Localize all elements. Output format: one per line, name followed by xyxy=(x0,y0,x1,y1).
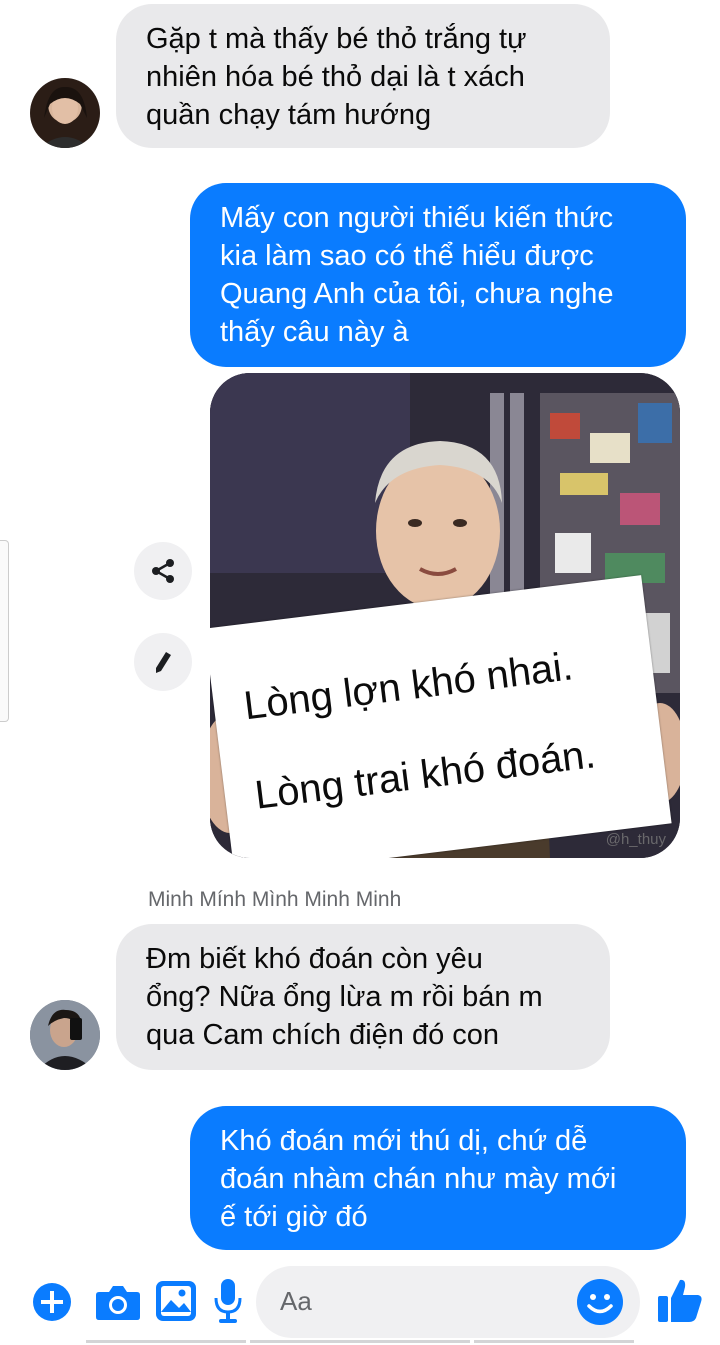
avatar-image xyxy=(30,1000,100,1070)
camera-button[interactable] xyxy=(95,1282,141,1322)
microphone-icon xyxy=(214,1279,242,1323)
message-text: Đm biết khó đoán còn yêu ổng? Nữa ổng lừ… xyxy=(146,943,543,1051)
add-button[interactable] xyxy=(32,1282,72,1322)
camera-icon xyxy=(96,1286,140,1320)
left-edge-handle xyxy=(0,540,9,722)
avatar[interactable] xyxy=(30,78,100,148)
pencil-icon xyxy=(156,652,171,673)
watermark: @h_thuy xyxy=(605,831,666,848)
message-bubble-incoming[interactable]: Đm biết khó đoán còn yêu ổng? Nữa ổng lừ… xyxy=(116,924,610,1070)
gallery-icon xyxy=(156,1281,196,1321)
message-composer: Aa xyxy=(0,1262,720,1345)
message-text: Gặp t mà thấy bé thỏ trắng tự nhiên hóa … xyxy=(146,23,527,131)
message-input[interactable]: Aa xyxy=(256,1266,640,1338)
message-bubble-outgoing[interactable]: Khó đoán mới thú dị, chứ dễ đoán nhàm ch… xyxy=(190,1106,686,1250)
message-input-placeholder: Aa xyxy=(280,1286,312,1316)
sender-name: Minh Mính Mình Minh Minh xyxy=(148,888,402,911)
emoji-icon xyxy=(577,1279,623,1325)
message-bubble-outgoing[interactable]: Mấy con người thiếu kiến thức kia làm sa… xyxy=(190,183,686,367)
avatar-image xyxy=(40,86,90,148)
sign-line-2: Lòng trai khó đoán. xyxy=(252,732,598,818)
like-button[interactable] xyxy=(656,1276,704,1324)
sign-line-1: Lòng lợn khó nhai. xyxy=(241,644,576,729)
message-bubble-incoming[interactable]: Gặp t mà thấy bé thỏ trắng tự nhiên hóa … xyxy=(116,4,610,148)
gallery-button[interactable] xyxy=(155,1280,197,1322)
message-text: Mấy con người thiếu kiến thức kia làm sa… xyxy=(220,202,614,348)
edit-button[interactable] xyxy=(134,633,192,691)
bottom-divider xyxy=(250,1340,470,1343)
message-text: Khó đoán mới thú dị, chứ dễ đoán nhàm ch… xyxy=(220,1125,617,1233)
plus-icon xyxy=(33,1283,71,1321)
bottom-divider xyxy=(86,1340,246,1343)
bottom-divider xyxy=(474,1340,634,1343)
voice-button[interactable] xyxy=(213,1278,243,1324)
share-button[interactable] xyxy=(134,542,192,600)
emoji-button[interactable] xyxy=(576,1278,624,1326)
thumbs-up-icon xyxy=(658,1279,702,1322)
image-message[interactable]: Lòng lợn khó nhai. Lòng trai khó đoán. @… xyxy=(210,373,680,858)
avatar[interactable] xyxy=(30,1000,100,1070)
share-icon xyxy=(152,559,174,583)
